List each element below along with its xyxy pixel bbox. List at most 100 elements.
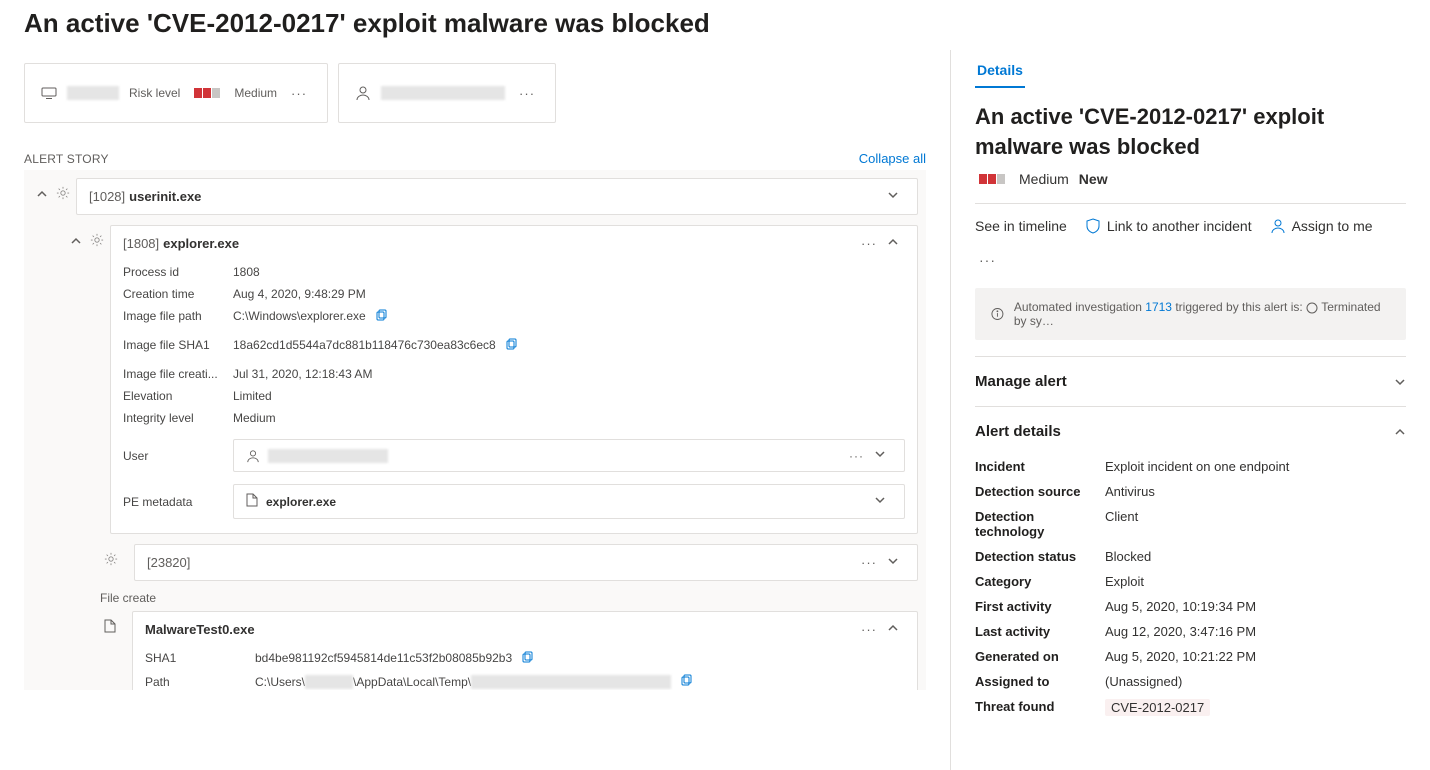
alert-details-section[interactable]: Alert details [975,423,1406,440]
user-card-menu-icon[interactable]: ··· [515,86,539,101]
link-to-incident-link[interactable]: Link to another incident [1085,218,1252,234]
incident-link[interactable]: Exploit incident on one endpoint [1105,459,1289,474]
process-node-explorer: [1808] explorer.exe ··· Process id1808 C… [110,225,918,534]
file-name: MalwareTest0.exe [145,622,255,637]
info-icon [991,307,1004,321]
risk-level-value: Medium [234,86,277,100]
detail-key: Image file creati... [123,367,233,381]
detail-key: Elevation [123,389,233,403]
page-title: An active 'CVE-2012-0217' exploit malwar… [24,8,926,39]
detail-value: 1808 [233,265,260,279]
detail-value: Antivirus [1105,484,1155,499]
path-prefix: C:\Users\ [255,675,305,689]
detail-value: Aug 12, 2020, 3:47:16 PM [1105,624,1256,639]
detail-value: Limited [233,389,272,403]
node-menu-icon[interactable]: ··· [857,236,881,251]
detail-key: Generated on [975,649,1105,664]
path-redacted [305,675,353,689]
detail-key: Path [145,675,255,689]
chevron-down-icon[interactable] [868,448,892,463]
see-in-timeline-link[interactable]: See in timeline [975,218,1067,234]
detail-value: Client [1105,509,1138,539]
file-node-malware: MalwareTest0.exe ··· SHA1bd4be981192cf59… [132,611,918,690]
copy-icon[interactable] [506,338,518,353]
detail-key: Incident [975,459,1105,474]
chevron-up-icon [36,188,48,200]
node-toggle[interactable] [66,225,86,247]
node-menu-icon[interactable]: ··· [857,555,881,570]
process-name: userinit.exe [129,189,201,204]
detail-value: Exploit [1105,574,1144,589]
gear-icon[interactable] [90,233,104,250]
manage-alert-section[interactable]: Manage alert [975,373,1406,390]
path-mid: \AppData\Local\Temp\ [353,675,471,689]
detail-key: First activity [975,599,1105,614]
chevron-up-icon[interactable] [881,236,905,251]
detail-key: Threat found [975,699,1105,716]
user-sub-box[interactable]: ··· [233,439,905,472]
chevron-up-icon [1394,426,1406,438]
severity-bars [979,174,1005,184]
node-toggle[interactable] [32,178,52,200]
detail-key: Detection source [975,484,1105,499]
detail-value: Aug 5, 2020, 10:21:22 PM [1105,649,1256,664]
process-node-header[interactable]: [1808] explorer.exe ··· [111,226,917,261]
node-menu-icon[interactable]: ··· [857,622,881,637]
gear-icon[interactable] [56,186,70,203]
detail-key: Image file path [123,309,233,324]
detail-value: 18a62cd1d5544a7dc881b118476c730ea83c6ec8 [233,338,496,353]
path-redacted [471,675,671,689]
chevron-down-icon[interactable] [881,189,905,204]
threat-found-value: CVE-2012-0217 [1105,699,1210,716]
computer-icon [41,85,57,101]
shield-icon [1085,218,1101,234]
copy-icon[interactable] [522,651,534,666]
user-value-redacted [268,449,388,463]
detail-key: Creation time [123,287,233,301]
detail-key: PE metadata [123,495,233,509]
pe-metadata-box[interactable]: explorer.exe [233,484,905,519]
chevron-down-icon [1394,376,1406,388]
detail-value: Aug 4, 2020, 9:48:29 PM [233,287,366,301]
tab-details[interactable]: Details [975,54,1025,88]
detail-key: Detection technology [975,509,1105,539]
process-pid: [1808] [123,236,159,251]
chevron-up-icon[interactable] [881,622,905,637]
process-pid: [23820] [147,555,190,570]
copy-icon[interactable] [376,309,388,324]
detail-value: Blocked [1105,549,1151,564]
chevron-up-icon [70,235,82,247]
process-node-userinit[interactable]: [1028] userinit.exe [76,178,918,215]
alert-story-label: ALERT STORY [24,152,109,166]
info-mid: triggered by this alert is: [1175,300,1302,314]
detail-key: Integrity level [123,411,233,425]
detail-key: User [123,449,233,463]
detail-key: SHA1 [145,651,255,666]
status-icon [1306,302,1318,314]
actions-menu-icon[interactable]: ··· [975,252,1000,268]
chevron-down-icon[interactable] [868,494,892,509]
process-node-child[interactable]: [23820] ··· [134,544,918,581]
user-icon [355,85,371,101]
detail-key: Last activity [975,624,1105,639]
gear-icon[interactable] [104,552,118,569]
detail-key: Image file SHA1 [123,338,233,353]
detail-value: Aug 5, 2020, 10:19:34 PM [1105,599,1256,614]
risk-level-label: Risk level [129,86,180,100]
device-card-menu-icon[interactable]: ··· [287,86,311,101]
collapse-all-link[interactable]: Collapse all [859,151,926,166]
file-create-label: File create [100,591,918,605]
file-node-header[interactable]: MalwareTest0.exe ··· [133,612,917,647]
copy-icon[interactable] [681,674,693,689]
detail-value: Medium [233,411,276,425]
severity-label: Medium [1019,171,1069,187]
investigation-id-link[interactable]: 1713 [1145,300,1172,314]
sub-menu-icon[interactable]: ··· [845,449,868,463]
detail-value: (Unassigned) [1105,674,1182,689]
detail-key: Assigned to [975,674,1105,689]
user-card[interactable]: ··· [338,63,556,123]
assign-to-me-link[interactable]: Assign to me [1270,218,1373,234]
device-card[interactable]: Risk level Medium ··· [24,63,328,123]
chevron-down-icon[interactable] [881,555,905,570]
detail-value: bd4be981192cf5945814de11c53f2b08085b92b3 [255,651,512,666]
